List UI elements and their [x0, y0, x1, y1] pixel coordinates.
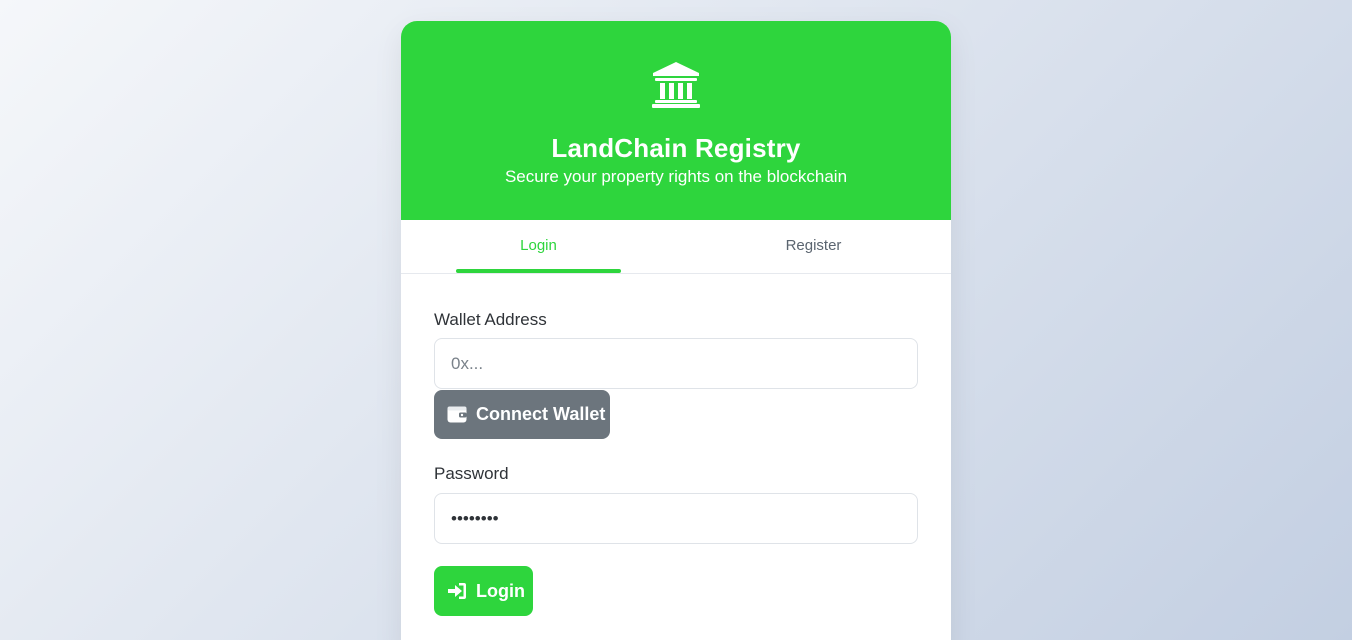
wallet-address-input[interactable]	[434, 338, 918, 389]
connect-wallet-button[interactable]: Connect Wallet	[434, 390, 610, 439]
app-title: LandChain Registry	[551, 133, 801, 163]
tab-login[interactable]: Login	[401, 220, 676, 273]
auth-tabs: Login Register	[401, 220, 951, 274]
login-button[interactable]: Login	[434, 566, 533, 616]
wallet-icon	[447, 406, 467, 423]
connect-wallet-label: Connect Wallet	[476, 404, 606, 424]
wallet-address-label: Wallet Address	[434, 310, 547, 329]
active-tab-indicator	[456, 269, 621, 273]
card-header: LandChain Registry Secure your property …	[401, 21, 951, 220]
tab-register[interactable]: Register	[676, 220, 951, 273]
login-button-label: Login	[476, 580, 525, 601]
auth-card: LandChain Registry Secure your property …	[401, 21, 951, 640]
bank-building-icon	[652, 62, 700, 108]
sign-in-icon	[447, 582, 467, 600]
password-label: Password	[434, 464, 509, 483]
password-input[interactable]	[434, 493, 918, 544]
app-subtitle: Secure your property rights on the block…	[504, 167, 848, 186]
